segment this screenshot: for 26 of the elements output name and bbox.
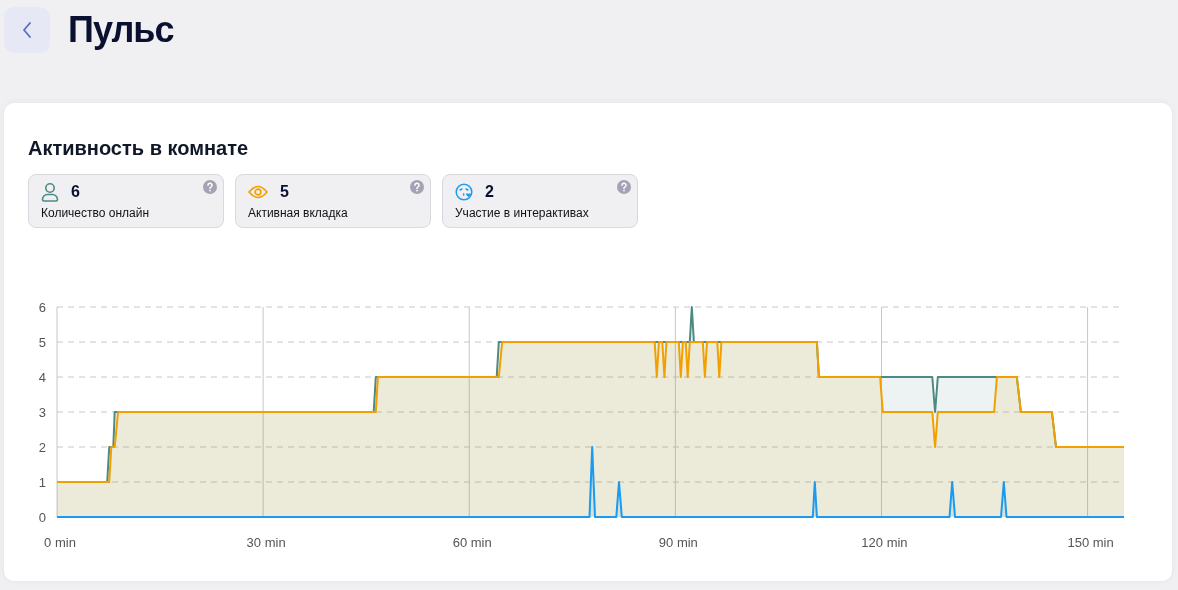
axis-label: 90 min [658,535,698,550]
axis-label: 5 [38,335,46,350]
help-icon[interactable] [410,180,424,194]
stat-label: Количество онлайн [41,206,151,220]
axis-label: 60 min [452,535,492,550]
axis-label: 0 [38,510,46,525]
help-icon[interactable] [203,180,217,194]
axis-label: 3 [38,405,46,420]
stat-value: 2 [485,183,494,201]
axis-label: 4 [38,370,46,385]
axis-label: 6 [38,300,46,315]
help-icon[interactable] [617,180,631,194]
axis-label: 0 min [44,535,76,550]
axis-label: 120 min [861,535,908,550]
back-button[interactable] [4,7,50,53]
axis-label: 1 [38,475,46,490]
stat-label: Участие в интерактивах [455,206,590,220]
stat-value: 6 [71,183,80,201]
axis-label: 2 [38,440,46,455]
back-icon [22,21,32,39]
card-title: Активность в комнате [28,137,250,160]
page-title: Пульс [68,9,174,51]
axis-label: 30 min [246,535,286,550]
stat-value: 5 [280,183,289,201]
stat-label: Активная вкладка [248,206,349,220]
axis-label: 150 min [1067,535,1114,550]
